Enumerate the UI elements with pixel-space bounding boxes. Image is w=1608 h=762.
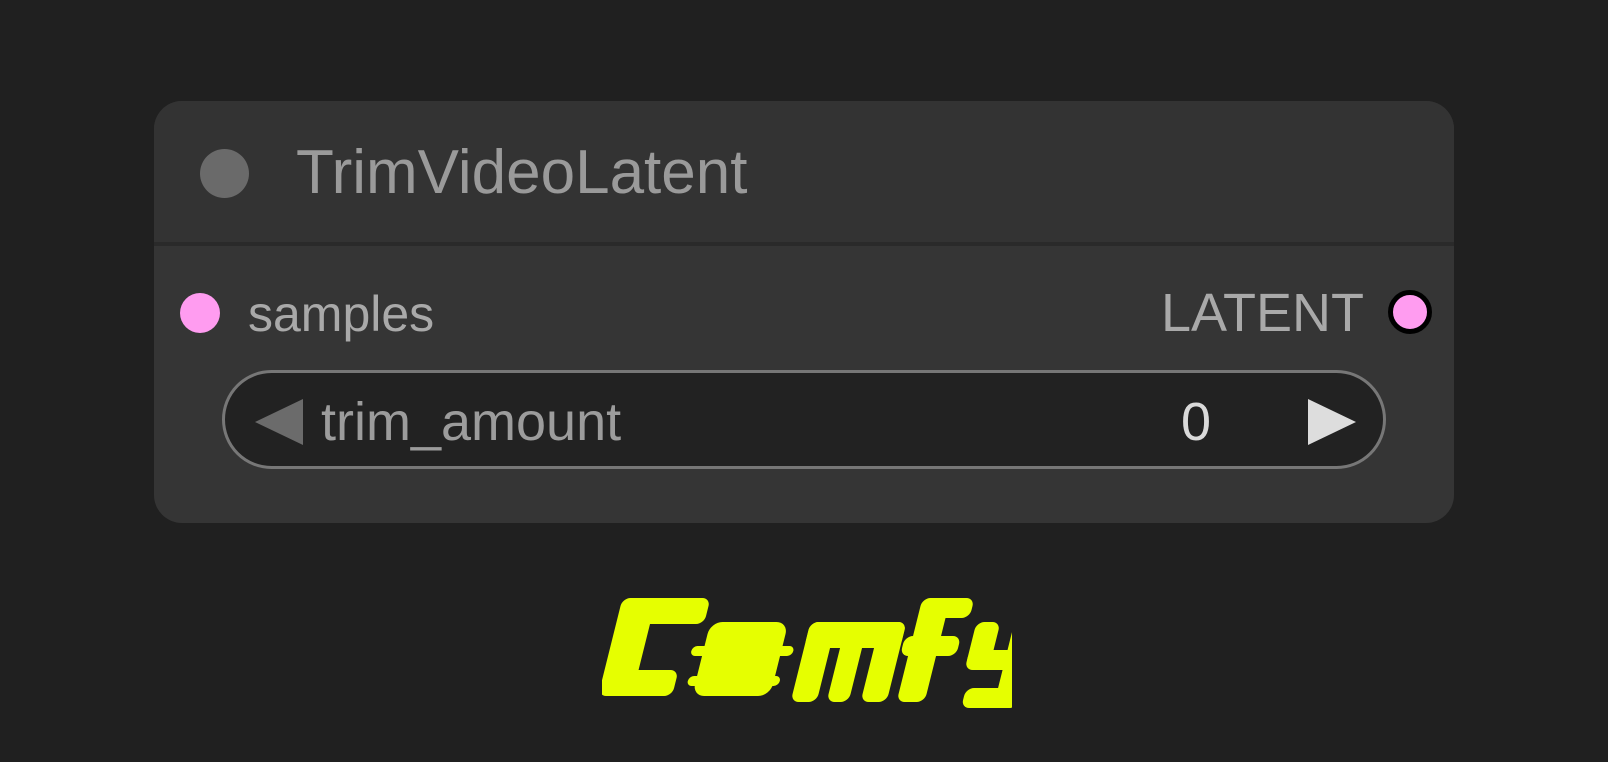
samples-input-label: samples <box>248 286 435 342</box>
triangle-right-icon[interactable] <box>1308 399 1356 445</box>
trim-amount-stepper[interactable]: trim_amount 0 <box>222 370 1386 469</box>
triangle-left-icon[interactable] <box>255 399 303 445</box>
latent-output-slot[interactable] <box>1388 290 1432 334</box>
trim-amount-label: trim_amount <box>321 392 622 452</box>
collapse-toggle-icon[interactable] <box>200 149 249 198</box>
comfyui-logo <box>602 598 1012 708</box>
node-title: TrimVideoLatent <box>296 138 748 207</box>
latent-output-label: LATENT <box>1160 283 1364 343</box>
comfyui-logo-wordmark <box>602 598 1012 708</box>
trim-video-latent-node[interactable]: TrimVideoLatent samples LATENT trim_amou… <box>154 101 1454 523</box>
trim-amount-value[interactable]: 0 <box>1181 392 1211 452</box>
samples-input-slot[interactable] <box>180 293 220 333</box>
node-header[interactable]: TrimVideoLatent <box>154 101 1454 246</box>
graph-canvas[interactable]: TrimVideoLatent samples LATENT trim_amou… <box>0 0 1608 762</box>
